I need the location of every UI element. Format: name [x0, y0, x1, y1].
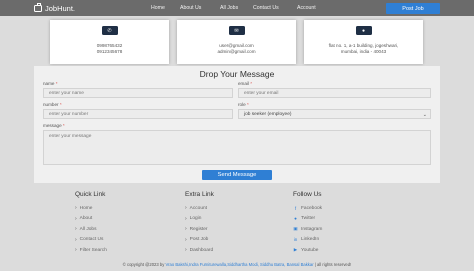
email-card: ✉ user@gmail.com admin@gmail.com [177, 20, 296, 64]
nav-account[interactable]: Account [297, 5, 316, 11]
footer-link-home[interactable]: › Home [75, 203, 107, 214]
role-label: role * [238, 102, 249, 107]
footer-link-instagram[interactable]: ▣ Instagram [293, 224, 322, 235]
footer-link-filter-search[interactable]: › Filter Search [75, 245, 107, 256]
message-label: message * [43, 123, 65, 128]
footer-link-linkedin[interactable]: in LinkedIn [293, 235, 322, 246]
chevron-right-icon: › [185, 226, 187, 233]
number-input[interactable]: enter your number [43, 109, 233, 119]
chevron-right-icon: › [75, 215, 77, 222]
footer-link-all-jobs[interactable]: › All Jobs [75, 224, 107, 235]
youtube-icon: ▶ [293, 247, 298, 253]
brand-logo[interactable]: JobHunt. [34, 3, 75, 13]
copyright: © copyright @2023 by Vrao Bakshi,Indra F… [122, 262, 352, 267]
chevron-right-icon: › [75, 205, 77, 212]
facebook-icon: f [294, 205, 297, 211]
chevron-right-icon: › [185, 215, 187, 222]
footer-link-youtube[interactable]: ▶ Youtube [293, 245, 322, 256]
name-input[interactable]: enter your name [43, 88, 233, 98]
map-marker-icon: ● [355, 26, 372, 35]
footer-link-about[interactable]: › About [75, 214, 107, 225]
footer-link-account[interactable]: › Account [185, 203, 214, 214]
linkedin-icon: in [293, 237, 298, 243]
footer-quick-links: Quick Link › Home › About › All Jobs › Conta… [75, 191, 107, 256]
phone-number-2: 0912345678 [96, 49, 123, 54]
instagram-icon: ▣ [293, 226, 298, 232]
chevron-right-icon: › [185, 205, 187, 212]
footer-follow-us: Follow Us f Facebook ● Twitter ▣ Instagram … [293, 191, 322, 256]
nav-all-jobs[interactable]: All Jobs [220, 5, 238, 11]
chevron-right-icon: › [185, 236, 187, 243]
email-input[interactable]: enter your email [238, 88, 431, 98]
briefcase-icon [34, 3, 42, 12]
email-label: email * [238, 81, 253, 86]
footer-link-post-job[interactable]: › Post Job [185, 235, 214, 246]
quick-link-title: Quick Link [75, 191, 106, 198]
brand-name: JobHunt. [45, 3, 76, 13]
phone-card: ✆ 0998765432 0912345678 [50, 20, 169, 64]
form-title: Drop Your Message [199, 69, 275, 79]
twitter-icon: ● [294, 216, 297, 222]
extra-link-title: Extra Link [185, 191, 214, 198]
chevron-down-icon: ⌄ [422, 112, 427, 118]
navbar: JobHunt. Home About Us All Jobs Contact … [0, 0, 474, 16]
message-textarea[interactable]: enter your message [43, 130, 431, 165]
role-select-value: job seeker (employee) [244, 111, 292, 117]
nav-contact-us[interactable]: Contact Us [253, 5, 279, 11]
number-label: number * [43, 102, 62, 107]
send-message-button[interactable]: Send Message [202, 170, 272, 180]
follow-us-title: Follow Us [293, 191, 322, 198]
nav-about-us[interactable]: About Us [180, 5, 201, 11]
email-2: admin@gmail.com [217, 49, 256, 54]
address-card: ● flat no. 1, a-1 building, jogeshwari, … [304, 20, 423, 64]
footer-link-facebook[interactable]: f Facebook [293, 203, 322, 214]
post-job-button[interactable]: Post Job [386, 3, 440, 14]
name-label: name * [43, 81, 58, 86]
phone-icon: ✆ [101, 26, 118, 35]
footer-link-contact-us[interactable]: › Contact Us [75, 235, 107, 246]
footer-link-dashboard[interactable]: › Dashboard [185, 245, 214, 256]
chevron-right-icon: › [75, 247, 77, 254]
chevron-right-icon: › [75, 236, 77, 243]
role-select[interactable]: job seeker (employee) ⌄ [238, 109, 431, 119]
message-form: Drop Your Message name * enter your name… [34, 66, 440, 183]
copyright-authors[interactable]: Vrao Bakshi,Indra Furniturewalla,Siddhar… [165, 262, 313, 267]
chevron-right-icon: › [185, 247, 187, 254]
nav-home[interactable]: Home [151, 5, 165, 11]
footer-link-twitter[interactable]: ● Twitter [293, 214, 322, 225]
chevron-right-icon: › [75, 226, 77, 233]
footer-link-register[interactable]: › Register [185, 224, 214, 235]
address-line-2: mumbai, india - 40043 [340, 49, 387, 54]
footer-link-login[interactable]: › Login [185, 214, 214, 225]
footer-extra-links: Extra Link › Account › Login › Register › Po… [185, 191, 214, 256]
envelope-icon: ✉ [228, 26, 245, 35]
